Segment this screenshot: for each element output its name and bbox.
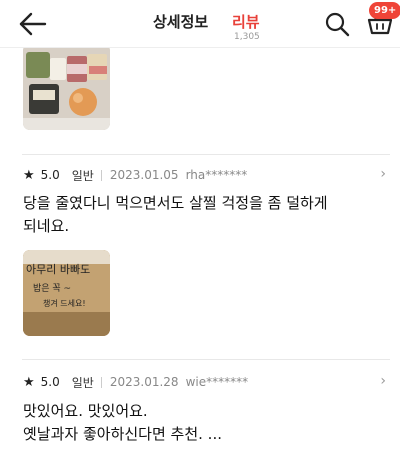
divider	[22, 359, 390, 360]
search-icon[interactable]	[324, 11, 350, 37]
top-header: 상세정보 리뷰 1,305 99+	[0, 0, 400, 48]
review-text-line: 옛날과자 좋아하신다면 추천. ...	[23, 425, 222, 443]
box-print-line2: 밥은 꼭 ~	[33, 283, 71, 294]
snack-products-image	[23, 44, 110, 130]
review-photo-2[interactable]: 아무리 바빠도 밥은 꼭 ~ 챙겨 드세요!	[23, 250, 110, 336]
box-print-line1: 아무리 바빠도	[26, 263, 90, 276]
box-print-line3: 챙겨 드세요!	[43, 298, 86, 308]
star-icon: ★	[23, 374, 35, 390]
review-text-line: 되네요.	[23, 217, 70, 235]
cart-count-badge: 99+	[369, 2, 400, 19]
review-text-1: 당을 줄였다니 먹으면서도 살찔 걱정을 좀 덜하게 되네요.	[23, 192, 373, 238]
reviewer-id: wie*******	[185, 375, 249, 389]
snack-box-image: 아무리 바빠도 밥은 꼭 ~ 챙겨 드세요!	[23, 250, 110, 336]
review-meta-2: ★ 5.0 일반 2023.01.28 wie*******	[23, 373, 248, 391]
review-type: 일반	[71, 375, 94, 390]
review-type: 일반	[71, 168, 94, 183]
review-photo-1[interactable]	[23, 44, 110, 130]
back-arrow-icon[interactable]	[18, 10, 48, 38]
tab-detail-info[interactable]: 상세정보	[153, 11, 208, 32]
chevron-right-icon[interactable]: ›	[380, 373, 386, 389]
review-meta-1: ★ 5.0 일반 2023.01.05 rha*******	[23, 166, 247, 184]
rating-score: 5.0	[40, 375, 60, 389]
rating-score: 5.0	[40, 168, 60, 182]
chevron-right-icon[interactable]: ›	[380, 166, 386, 182]
review-text-2: 맛있어요. 맛있어요. 옛날과자 좋아하신다면 추천. ...	[23, 400, 373, 446]
review-text-line: 당을 줄였다니 먹으면서도 살찔 걱정을 좀 덜하게	[23, 194, 328, 212]
divider	[22, 154, 390, 155]
review-date: 2023.01.28	[109, 375, 179, 389]
review-text-line: 맛있어요. 맛있어요.	[23, 402, 148, 420]
reviewer-id: rha*******	[185, 168, 248, 182]
tab-review[interactable]: 리뷰	[232, 11, 260, 32]
meta-divider	[100, 376, 102, 388]
meta-divider	[100, 169, 102, 181]
review-count: 1,305	[234, 32, 260, 42]
star-icon: ★	[23, 167, 35, 183]
review-date: 2023.01.05	[109, 168, 179, 182]
